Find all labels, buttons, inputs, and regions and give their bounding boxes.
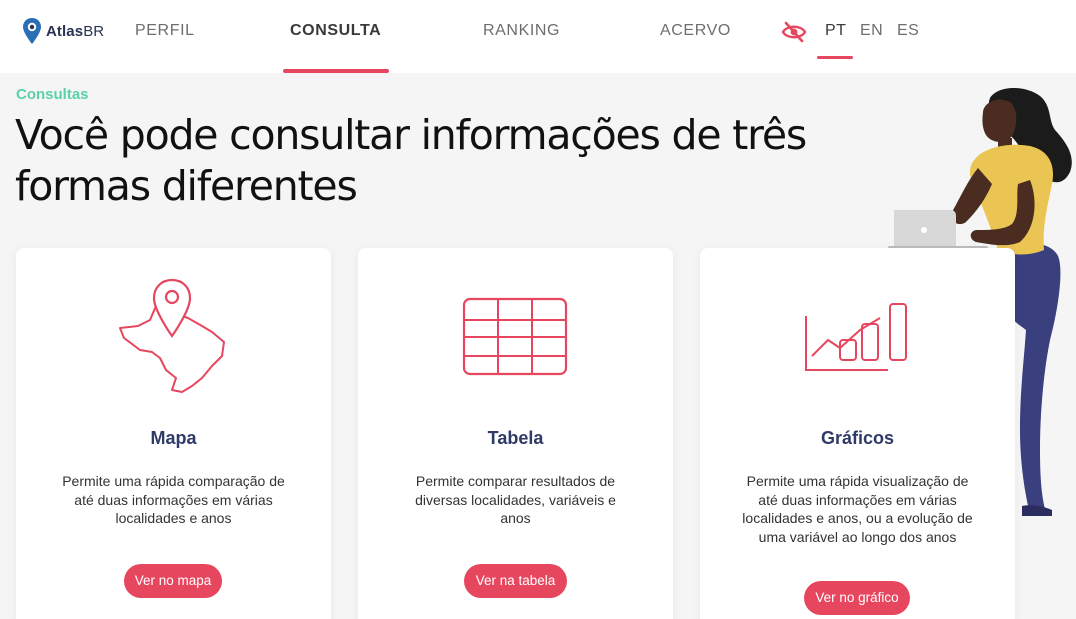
- table-icon: [462, 297, 568, 376]
- card-description: Permite uma rápida visualização de até d…: [742, 473, 973, 545]
- ver-na-tabela-button[interactable]: Ver na tabela: [464, 564, 567, 598]
- active-language-indicator: [817, 56, 853, 59]
- ver-no-grafico-button[interactable]: Ver no gráfico: [804, 581, 910, 615]
- atlasbr-logo[interactable]: AtlasBR: [22, 16, 104, 46]
- logo-text: AtlasBR: [46, 22, 105, 40]
- nav-item-ranking[interactable]: RANKING: [483, 22, 560, 40]
- card-mapa: Mapa Permite uma rápida comparação de at…: [16, 248, 331, 619]
- card-description: Permite uma rápida comparação de até dua…: [62, 473, 285, 526]
- language-es[interactable]: ES: [897, 22, 919, 40]
- chart-icon: [805, 303, 907, 371]
- top-navigation-bar: AtlasBR PERFIL CONSULTA RANKING ACERVO P…: [0, 0, 1076, 73]
- language-en[interactable]: EN: [860, 22, 883, 40]
- nav-item-acervo[interactable]: ACERVO: [660, 22, 731, 40]
- nav-item-consulta[interactable]: CONSULTA: [290, 22, 381, 40]
- card-title: Mapa: [150, 428, 197, 448]
- eye-slash-icon[interactable]: [781, 20, 807, 44]
- card-title: Gráficos: [820, 428, 895, 448]
- location-pin-logo-icon: [23, 18, 41, 44]
- language-pt[interactable]: PT: [825, 22, 846, 40]
- nav-item-perfil[interactable]: PERFIL: [135, 22, 195, 40]
- card-tabela: Tabela Permite comparar resultados de di…: [358, 248, 673, 619]
- ver-no-mapa-button[interactable]: Ver no mapa: [124, 564, 222, 598]
- section-label: Consultas: [16, 86, 89, 103]
- page-headline: Você pode consultar informações de três …: [15, 111, 807, 210]
- active-nav-indicator: [283, 69, 389, 73]
- card-description: Permite comparar resultados de diversas …: [415, 473, 616, 526]
- brazil-map-pin-icon: [119, 278, 225, 393]
- card-graficos: Gráficos Permite uma rápida visualização…: [700, 248, 1015, 619]
- card-title: Tabela: [487, 428, 544, 448]
